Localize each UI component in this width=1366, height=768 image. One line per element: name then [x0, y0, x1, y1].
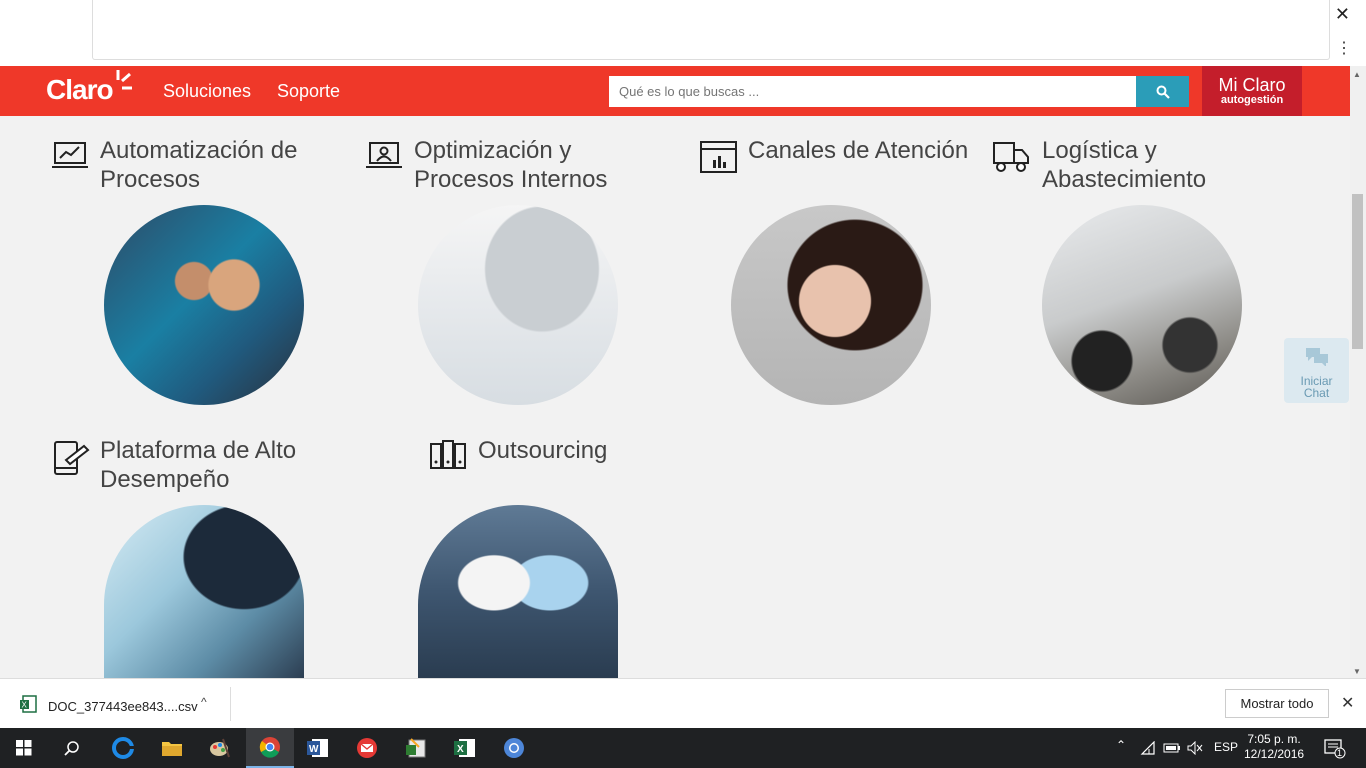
chevron-up-icon[interactable]: ^	[201, 695, 207, 709]
category-title: Outsourcing	[478, 437, 608, 464]
excel-file-icon: X	[20, 695, 37, 713]
nav-soluciones[interactable]: Soluciones	[163, 81, 251, 102]
truck-icon	[993, 142, 1029, 172]
battery-icon[interactable]	[1163, 742, 1181, 754]
clock-time: 7:05 p. m.	[1247, 732, 1301, 746]
svg-text:X: X	[457, 744, 464, 755]
notifications-icon[interactable]	[1324, 739, 1346, 759]
taskbar-explorer[interactable]	[148, 728, 196, 768]
search-button[interactable]	[1136, 76, 1189, 107]
folder-icon	[162, 742, 182, 756]
automatizacion-image[interactable]	[104, 205, 304, 405]
download-shelf: X DOC_377443ee843....csv ^ Mostrar todo …	[0, 678, 1366, 728]
clock[interactable]: 7:05 p. m. 12/12/2016	[1244, 732, 1304, 762]
optimizacion-image[interactable]	[418, 205, 618, 405]
chromium-icon	[504, 738, 524, 758]
taskbar-mail[interactable]	[343, 728, 391, 768]
divider	[230, 687, 231, 721]
nav-soporte[interactable]: Soporte	[277, 81, 340, 102]
chevron-up-icon[interactable]: ⌃	[1116, 738, 1126, 752]
category-title: Plataforma de Alto Desempeño	[100, 437, 297, 493]
chat-widget[interactable]: Iniciar Chat	[1284, 338, 1349, 403]
logistica-image[interactable]	[1042, 205, 1242, 405]
search-icon	[1156, 85, 1170, 99]
start-button[interactable]	[0, 728, 48, 768]
windows-logo-icon	[16, 740, 32, 756]
chat-label-2: Chat	[1303, 386, 1330, 400]
taskbar-chrome[interactable]	[246, 728, 294, 768]
scroll-down-icon[interactable]: ▼	[1353, 667, 1361, 676]
tablet-pen-icon	[54, 441, 90, 475]
paint-icon	[210, 738, 230, 758]
outsourcing-image[interactable]	[418, 505, 618, 678]
browser-chrome: ✕ ⋮	[0, 0, 1366, 66]
clock-date: 12/12/2016	[1244, 747, 1305, 761]
taskbar-word[interactable]: W	[294, 728, 342, 768]
chat-bubble-icon	[1305, 348, 1328, 367]
chrome-icon	[259, 737, 280, 758]
scroll-thumb[interactable]	[1352, 194, 1363, 349]
browser-menu-icon[interactable]: ⋮	[1336, 38, 1352, 58]
address-bar[interactable]	[92, 0, 1330, 60]
autogestion-label: autogestión	[1220, 94, 1284, 106]
volume-muted-icon[interactable]	[1187, 741, 1203, 755]
scroll-up-icon[interactable]: ▲	[1353, 70, 1361, 79]
wifi-icon[interactable]	[1140, 741, 1156, 755]
logo-rays-icon	[116, 70, 132, 90]
taskbar-search[interactable]	[48, 728, 96, 768]
svg-text:X: X	[22, 701, 28, 710]
close-icon[interactable]: ✕	[1341, 693, 1354, 713]
video-conference-icon	[366, 142, 402, 168]
close-icon[interactable]: ✕	[1335, 4, 1350, 25]
category-title: Optimización y Procesos Internos	[414, 137, 608, 193]
search-input[interactable]	[609, 76, 1136, 107]
taskbar-calc-app[interactable]	[392, 728, 440, 768]
mail-icon	[357, 738, 377, 758]
taskbar-excel[interactable]: X	[441, 728, 489, 768]
taskbar-paint[interactable]	[196, 728, 244, 768]
search-icon	[64, 741, 79, 756]
show-all-button[interactable]: Mostrar todo	[1225, 689, 1329, 718]
svg-text:W: W	[309, 744, 319, 755]
excel-icon: X	[454, 739, 475, 757]
category-title: Logística y Abastecimiento	[1042, 137, 1207, 193]
mi-claro-label: Mi Claro	[1218, 75, 1286, 95]
windows-taskbar: W X ⌃ ESP 7:05 p. m. 12/12/2016 1	[0, 728, 1366, 768]
dashboard-icon	[700, 141, 737, 173]
canales-image[interactable]	[731, 205, 931, 405]
claro-logo[interactable]: Claro	[46, 70, 132, 106]
word-icon: W	[307, 739, 328, 757]
plataforma-image[interactable]	[104, 505, 304, 678]
chart-monitor-icon	[52, 142, 88, 168]
taskbar-edge[interactable]	[99, 728, 147, 768]
edge-icon	[112, 737, 134, 759]
language-indicator[interactable]: ESP	[1214, 740, 1238, 754]
page-scrollbar[interactable]: ▲ ▼	[1350, 66, 1366, 678]
server-icon	[430, 440, 466, 469]
category-title: Automatización de Procesos	[100, 137, 298, 193]
site-header: Claro Soluciones Soporte Mi Claro autoge…	[0, 66, 1350, 116]
logo-text: Claro	[46, 74, 114, 105]
mi-claro-button[interactable]: Mi Claro autogestión	[1202, 66, 1302, 116]
category-title: Canales de Atención	[748, 137, 969, 164]
spreadsheet-app-icon	[406, 738, 426, 758]
download-file-name[interactable]: DOC_377443ee843....csv	[48, 699, 198, 714]
notification-count: 1	[1337, 748, 1343, 758]
taskbar-chromium[interactable]	[490, 728, 538, 768]
